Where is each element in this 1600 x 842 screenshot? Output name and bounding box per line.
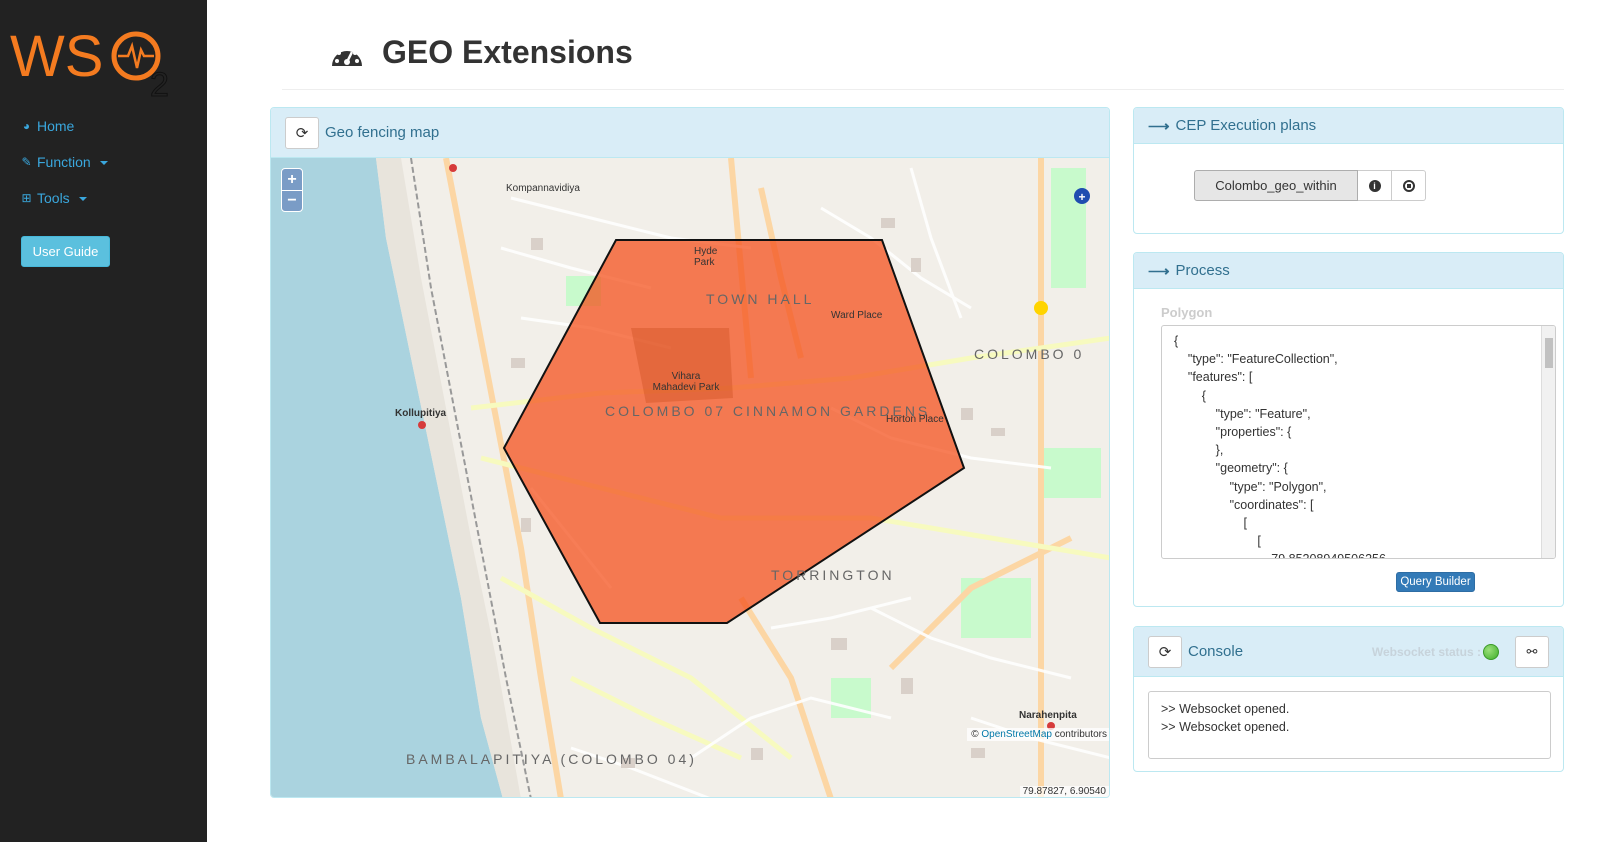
dashboard-icon: ◕ [22,119,31,133]
console-line: >> Websocket opened. [1161,702,1290,716]
coordinate-readout: 79.87827, 6.90540 [1019,786,1109,797]
execution-plan-group: Colombo_geo_within i [1194,170,1426,201]
polygon-json-text: { "type": "FeatureCollection", "features… [1174,334,1386,558]
refresh-icon: ⟳ [295,124,309,142]
caret-down-icon [99,161,108,165]
refresh-console-button[interactable]: ⟳ [1148,635,1182,668]
wso2-logo[interactable]: WS 2 2 [10,18,182,100]
zoom-control: + − [281,168,303,212]
info-icon: i [1368,179,1381,192]
map-panel-header: ⟳ Geo fencing map [271,108,1109,158]
polygon-textarea[interactable]: { "type": "FeatureCollection", "features… [1161,325,1556,559]
console-line: >> Websocket opened. [1161,720,1290,734]
attribution-suffix: contributors [1054,729,1107,740]
square-plus-icon: ⊞ [21,191,32,205]
map-label-colombo: COLOMBO 0 [974,346,1085,362]
stop-circle-icon [1402,179,1415,192]
cep-panel-title: CEP Execution plans [1175,117,1317,134]
unlink-icon: ⚯ [1526,644,1538,659]
map-label-bambalapitiya: BAMBALAPITIYA (COLOMBO 04) [406,751,697,767]
sidebar-item-home[interactable]: ◕ Home [20,118,74,134]
execution-plan-button[interactable]: Colombo_geo_within [1194,170,1358,201]
query-builder-button[interactable]: Query Builder [1396,572,1475,592]
process-panel: ⟶ Process Polygon { "type": "FeatureColl… [1133,252,1564,607]
map-canvas[interactable]: + TOWN HALL COLOMBO 07 CINNAMON GARDENS … [271,158,1109,797]
cep-panel-header: ⟶ CEP Execution plans [1134,108,1563,144]
dashboard-icon [332,47,362,66]
console-panel-title: Console [1188,643,1244,660]
polygon-label: Polygon [1161,305,1213,320]
map-label-kompannavidiya: Kompannavidiya [506,183,580,194]
svg-text:WS: WS [10,24,103,89]
map-label-hyde-park: Hyde Park [694,246,718,268]
sidebar-item-label: Tools [37,190,70,206]
map-label-town-hall: TOWN HALL [706,291,815,307]
sidebar-item-tools[interactable]: ⊞ Tools [20,190,87,206]
console-panel-header: ⟳ Console Websocket status : ⚯ [1134,627,1563,677]
zoom-in-button[interactable]: + [282,169,302,190]
disconnect-button[interactable]: ⚯ [1515,636,1549,668]
arrow-right-icon: ⟶ [1148,262,1170,280]
refresh-icon: ⟳ [1158,643,1172,661]
zoom-out-button[interactable]: − [282,190,302,211]
sidebar: WS 2 2 ◕ Home ✎ Function ⊞ Tools User Gu… [0,0,207,842]
sidebar-item-label: Home [37,118,75,134]
console-panel: ⟳ Console Websocket status : ⚯ >> Websoc… [1133,626,1564,772]
process-panel-title: Process [1175,262,1230,279]
websocket-status-label: Websocket status : [1371,645,1481,659]
process-panel-header: ⟶ Process [1134,253,1563,289]
map-panel-title: Geo fencing map [325,124,440,141]
user-guide-button[interactable]: User Guide [21,236,110,267]
sidebar-item-function[interactable]: ✎ Function [20,154,108,170]
arrow-right-icon: ⟶ [1148,117,1170,135]
plan-info-button[interactable]: i [1358,170,1392,201]
pencil-icon: ✎ [21,155,32,169]
polygon-scrollbar[interactable] [1541,326,1555,558]
copyright-symbol: © [971,729,979,740]
cep-execution-plans-panel: ⟶ CEP Execution plans Colombo_geo_within… [1133,107,1564,234]
scroll-thumb[interactable] [1545,338,1553,368]
map-label-narahenpita: Narahenpita [1019,710,1077,721]
map-label-horton-place: Horton Place [886,414,944,425]
websocket-status-indicator [1483,644,1499,660]
page-title: GEO Extensions [382,34,633,70]
console-output[interactable]: >> Websocket opened. >> Websocket opened… [1148,691,1551,759]
svg-text:2: 2 [150,66,169,100]
refresh-map-button[interactable]: ⟳ [285,116,319,149]
geo-fencing-map-panel: ⟳ Geo fencing map + TOWN HALL COLOMBO 07… [270,107,1110,798]
page-header: GEO Extensions [282,28,1564,90]
osm-link[interactable]: OpenStreetMap [981,729,1052,740]
plan-toggle-button[interactable] [1392,170,1426,201]
sidebar-item-label: Function [37,154,91,170]
caret-down-icon [78,197,87,201]
svg-text:+: + [1078,190,1085,204]
map-label-kollupitiya: Kollupitiya [395,408,447,419]
map-attribution: © OpenStreetMap contributors [967,728,1109,741]
map-label-vihara-park: Vihara Mahadevi Park [652,371,720,393]
map-label-ward-place: Ward Place [831,310,883,321]
map-label-cinnamon-gardens: COLOMBO 07 CINNAMON GARDENS [605,403,931,419]
map-label-torrington: TORRINGTON [771,567,895,583]
map-tiles: + [271,158,1109,797]
